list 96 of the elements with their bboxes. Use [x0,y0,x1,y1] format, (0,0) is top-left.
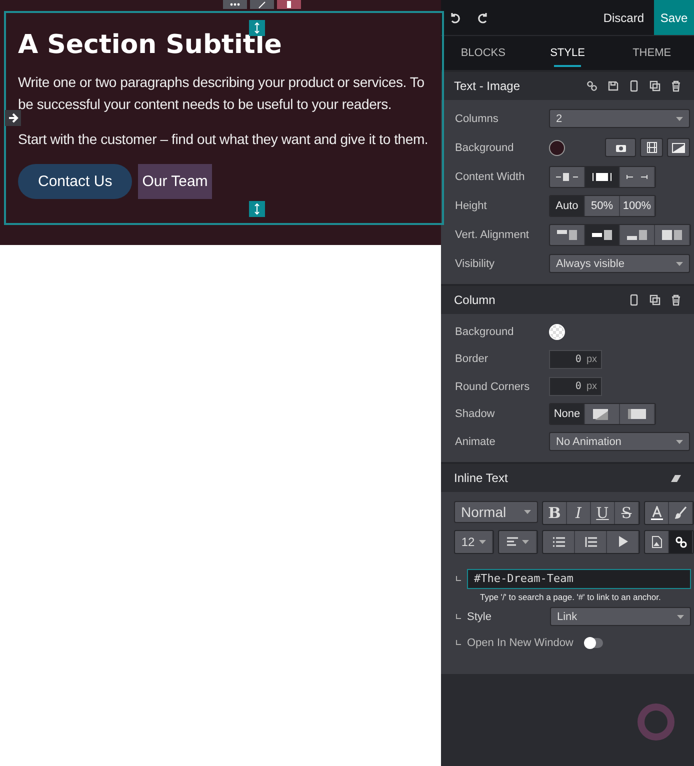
tab[interactable]: THEME [610,36,694,70]
alignment-icon [626,228,648,240]
link-icon [586,80,598,92]
paragraph: Write one or two paragraphs describing your product or services. To be successful your content needs to be useful to your readers. [18,73,426,114]
segment-icon-button[interactable] [585,224,620,244]
field-label: Round Corners [455,380,531,393]
segment-icon-button[interactable] [585,404,620,424]
segment-button[interactable]: 50% [585,196,620,216]
play-icon[interactable] [607,530,639,552]
segment-icon-button[interactable] [620,404,655,424]
more-icon[interactable] [223,0,247,9]
floppy-icon [607,80,619,92]
tab[interactable]: BLOCKS [441,36,526,70]
save-button[interactable]: Save [654,0,694,35]
field-label: Border [455,353,490,366]
link-icon[interactable] [669,530,693,552]
width-icon [555,170,579,182]
link-input[interactable]: #The-Dream-Team [467,568,691,588]
alignment-icon [661,228,683,240]
transparent-swatch[interactable] [549,324,565,340]
phone-icon [628,294,640,306]
segment-icon-button[interactable] [620,166,655,186]
panel-title: Inline Text [454,470,508,484]
arrow-handle[interactable] [5,110,21,126]
field-label: Style [467,610,492,622]
field-label: Vert. Alignment [455,228,530,240]
format-select[interactable]: Normal [454,500,538,522]
bold-button[interactable]: B [543,502,567,524]
resize-handle[interactable] [249,201,265,217]
caret-icon [677,614,684,618]
segment-button[interactable]: None [550,404,585,424]
discard-button[interactable]: Discard [593,0,654,35]
tab[interactable]: STYLE [525,36,610,70]
number-field[interactable]: 0 px [549,350,602,369]
strike-button[interactable]: S [615,502,639,524]
numbered-list-icon[interactable] [575,530,607,552]
field-label: Columns [455,112,500,124]
panel-title: Text - Image [454,79,520,93]
field-label: Background [455,326,515,338]
segment-icon-button[interactable] [585,166,620,186]
contact-button[interactable]: Contact Us [18,164,132,199]
caret-icon [676,440,683,444]
trash-icon [670,80,682,92]
phone-icon [628,80,640,92]
panel-title: Column [454,293,496,307]
copy-icon [649,294,661,306]
brush-icon[interactable] [669,502,693,524]
toggle-switch[interactable] [585,638,604,648]
shadow-icon [627,408,647,421]
align-select[interactable] [499,530,537,552]
camera-icon[interactable] [605,138,636,157]
delete-icon[interactable] [277,0,301,9]
segment-icon-button[interactable] [550,224,585,244]
caret-icon [524,510,531,514]
italic-button[interactable]: I [567,502,591,524]
film-icon[interactable] [640,138,663,157]
edit-icon[interactable] [250,0,274,9]
link-button[interactable]: Our Team [138,164,212,199]
select-field[interactable]: Always visible [549,254,690,273]
field-label: Animate [455,436,496,448]
segment-icon-button[interactable] [620,224,655,244]
gradient-icon[interactable] [667,138,690,157]
caret-icon [478,540,486,544]
field-label: Open In New Window [467,636,574,648]
copy-icon [649,80,661,92]
align-left-icon [506,537,518,546]
style-select[interactable]: Link [550,607,691,626]
trash-icon [670,294,682,306]
caret-icon [676,116,683,120]
field-label: Content Width [455,170,526,182]
select-field[interactable]: No Animation [549,432,690,452]
number-field[interactable]: 0 px [549,377,602,396]
color-swatch[interactable] [549,140,565,156]
alignment-icon [591,228,613,240]
field-label: Background [455,142,515,154]
underline-button[interactable]: U [591,502,615,524]
paragraph: Start with the customer – find out what they want and give it to them. [18,130,430,149]
field-label: Visibility [455,258,496,270]
segment-icon-button[interactable] [550,166,585,186]
caret-icon [522,540,528,544]
segment-button[interactable]: Auto [550,196,585,216]
hint-text: Type '/' to search a page. '#' to link to an anchor. [479,590,662,602]
size-select[interactable]: 12 [455,530,493,552]
segment-button[interactable]: 100% [620,196,655,216]
spinner-icon [636,702,676,742]
field-label: Shadow [455,408,496,420]
section-title: A Section Subtitle [18,31,282,59]
bullet-list-icon[interactable] [543,530,575,552]
field-label: Height [455,200,488,212]
caret-icon [676,262,683,266]
select-field[interactable]: 2 [549,109,690,128]
segment-icon-button[interactable] [655,224,690,244]
image-icon[interactable] [645,530,669,552]
width-icon [590,170,614,182]
font-color-icon[interactable] [645,502,669,524]
alignment-icon [556,228,578,240]
